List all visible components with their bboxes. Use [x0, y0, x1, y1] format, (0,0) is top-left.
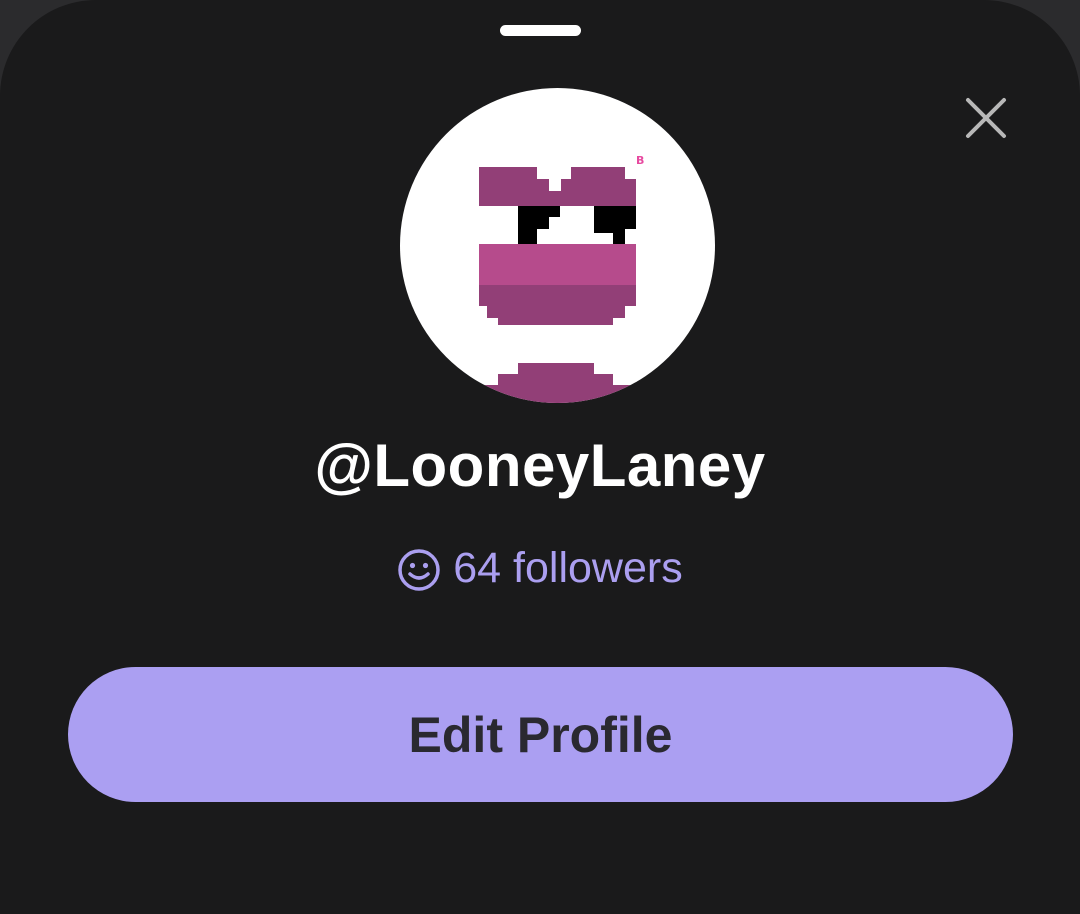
followers-label: 64 followers — [453, 544, 683, 592]
edit-profile-button[interactable]: Edit Profile — [68, 667, 1013, 802]
pixel-face-avatar-icon: B — [479, 154, 644, 403]
followers-count[interactable]: 64 followers — [0, 540, 1080, 596]
profile-sheet: B @LooneyLaney 64 followers Edit Profile — [0, 0, 1080, 914]
close-icon — [966, 98, 1006, 138]
sheet-grabber-handle[interactable] — [500, 25, 581, 36]
avatar: B — [400, 88, 715, 403]
username-heading: @LooneyLaney — [314, 432, 766, 499]
svg-text:B: B — [636, 154, 644, 167]
close-button[interactable] — [956, 88, 1016, 148]
edit-profile-label: Edit Profile — [408, 706, 673, 763]
smiley-icon — [398, 549, 441, 591]
